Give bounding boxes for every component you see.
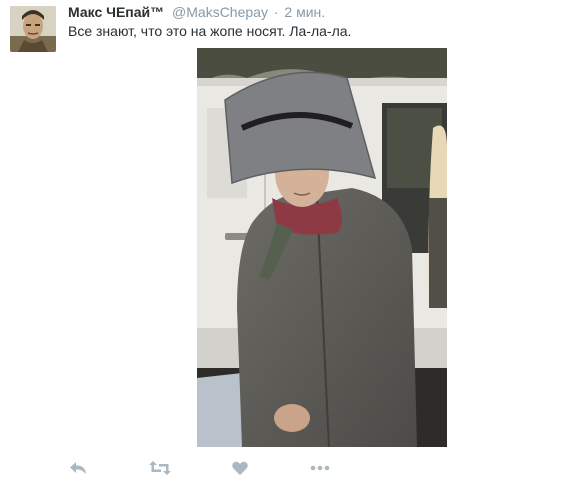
username[interactable]: @MaksChepay <box>172 4 268 20</box>
avatar-image <box>10 6 56 52</box>
retweet-icon <box>149 461 171 475</box>
tweet-photo[interactable] <box>197 48 447 447</box>
like-button[interactable] <box>228 458 252 478</box>
photo-illustration <box>197 48 447 447</box>
retweet-button[interactable] <box>148 458 172 478</box>
tweet: Макс ЧЕпай™ @MaksChepay · 2 мин. Все зна… <box>0 0 571 485</box>
reply-button[interactable] <box>66 458 90 478</box>
more-button[interactable] <box>308 458 332 478</box>
timestamp[interactable]: 2 мин. <box>284 4 325 20</box>
like-icon <box>232 461 248 475</box>
tweet-text: Все знают, что это на жопе носят. Ла-ла-… <box>68 23 352 39</box>
fullname[interactable]: Макс ЧЕпай™ <box>68 4 164 20</box>
separator-dot: · <box>273 4 279 20</box>
avatar[interactable] <box>10 6 56 52</box>
reply-icon <box>70 462 86 474</box>
more-icon <box>310 465 330 471</box>
tweet-actions <box>0 452 571 482</box>
tweet-header: Макс ЧЕпай™ @MaksChepay · 2 мин. <box>68 3 325 21</box>
